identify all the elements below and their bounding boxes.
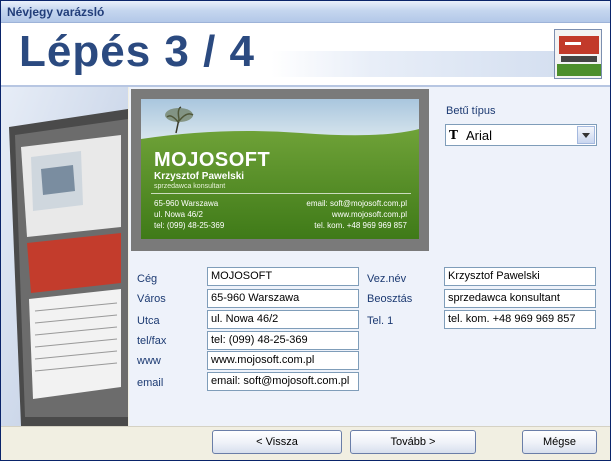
tel1-field[interactable]: tel. kom. +48 969 969 857 (444, 310, 596, 329)
city-field[interactable]: 65-960 Warszawa (207, 289, 359, 308)
card-mobile: tel. kom. +48 969 969 857 (314, 221, 407, 230)
window-title: Névjegy varázsló (7, 5, 105, 19)
tel1-label: Tel. 1 (367, 315, 394, 327)
www-field[interactable]: www.mojosoft.com.pl (207, 351, 359, 370)
wizard-footer: < Vissza Tovább > Mégse (1, 426, 610, 460)
telfax-field[interactable]: tel: (099) 48-25-369 (207, 331, 359, 350)
company-label: Cég (137, 273, 158, 285)
company-field[interactable]: MOJOSOFT (207, 267, 359, 286)
street-label: Utca (137, 315, 160, 327)
card-street: ul. Nowa 46/2 (154, 210, 203, 219)
side-illustration (1, 87, 128, 426)
position-label: Beosztás (367, 293, 413, 305)
header-decoration (271, 51, 561, 77)
email-label: email (137, 377, 164, 389)
business-card: MOJOSOFT Krzysztof Pawelski sprzedawca k… (141, 99, 419, 239)
card-rule (151, 193, 411, 194)
font-type-label: Betű típus (446, 105, 496, 117)
manager-name-field[interactable]: Krzysztof Pawelski (444, 267, 596, 286)
card-email: email: soft@mojosoft.com.pl (306, 199, 407, 208)
back-button[interactable]: < Vissza (212, 430, 342, 454)
next-button[interactable]: Tovább > (350, 430, 476, 454)
card-www: www.mojosoft.com.pl (331, 210, 407, 219)
www-label: www (137, 355, 161, 367)
email-field[interactable]: email: soft@mojosoft.com.pl (207, 372, 359, 391)
city-label: Város (137, 293, 166, 305)
card-city: 65-960 Warszawa (154, 199, 219, 208)
chevron-down-icon[interactable] (577, 126, 595, 144)
card-phone: tel: (099) 48-25-369 (154, 221, 225, 230)
card-role: sprzedawca konsultant (154, 183, 226, 190)
wizard-header: Lépés 3 / 4 (1, 23, 610, 85)
wizard-logo-image (554, 29, 602, 79)
card-preview: MOJOSOFT Krzysztof Pawelski sprzedawca k… (131, 89, 429, 251)
telfax-label: tel/fax (137, 335, 167, 347)
manager-name-label: Vez.név (367, 273, 407, 285)
title-bar: Névjegy varázsló (1, 1, 610, 23)
truetype-font-icon: T (449, 128, 458, 142)
street-field[interactable]: ul. Nowa 46/2 (207, 310, 359, 329)
wizard-window: Névjegy varázsló Lépés 3 / 4 MOJOSOFT Kr… (0, 0, 611, 461)
font-type-value: Arial (466, 128, 493, 143)
cancel-button[interactable]: Mégse (522, 430, 597, 454)
font-type-select[interactable]: T Arial (445, 124, 597, 146)
position-field[interactable]: sprzedawca konsultant (444, 289, 596, 308)
card-company: MOJOSOFT (154, 149, 271, 171)
step-heading: Lépés 3 / 4 (19, 27, 256, 76)
card-person: Krzysztof Pawelski (154, 171, 245, 182)
